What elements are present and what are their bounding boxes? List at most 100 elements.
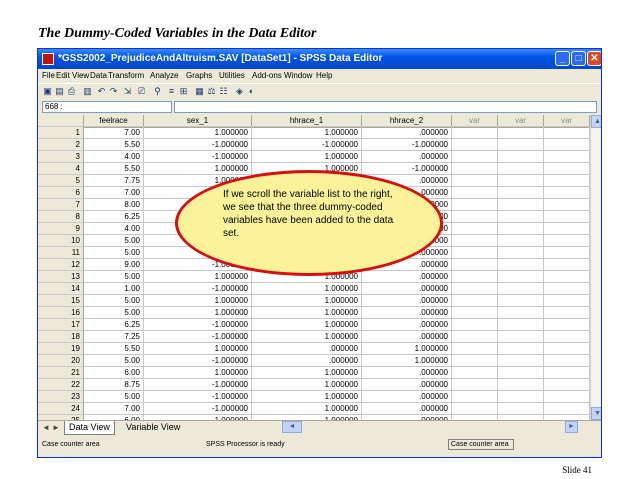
row-number[interactable]: 3: [38, 151, 84, 163]
row-number[interactable]: 23: [38, 391, 84, 403]
cell-value-input[interactable]: [174, 101, 597, 113]
menu-utilities[interactable]: Utilities: [219, 69, 245, 83]
data-cell[interactable]: [452, 223, 498, 235]
row-number[interactable]: 4: [38, 163, 84, 175]
cell-reference-box[interactable]: 668 :: [42, 101, 172, 113]
data-cell[interactable]: 1.000000: [252, 319, 362, 331]
insert-case-icon[interactable]: ≡: [166, 86, 177, 97]
vertical-scrollbar[interactable]: ▲ ▼: [590, 115, 601, 420]
data-cell[interactable]: .000000: [252, 355, 362, 367]
data-cell[interactable]: -1.000000: [362, 139, 452, 151]
data-cell[interactable]: [544, 319, 590, 331]
data-cell[interactable]: [452, 271, 498, 283]
data-cell[interactable]: [544, 379, 590, 391]
data-cell[interactable]: -1.000000: [144, 151, 252, 163]
close-button[interactable]: ✕: [587, 51, 601, 66]
data-cell[interactable]: [544, 271, 590, 283]
data-cell[interactable]: [544, 223, 590, 235]
column-header-var-6[interactable]: var: [544, 115, 590, 127]
data-cell[interactable]: [498, 223, 544, 235]
data-cell[interactable]: [452, 331, 498, 343]
column-header-hhrace_1[interactable]: hhrace_1: [252, 115, 362, 127]
menu-analyze[interactable]: Analyze: [150, 69, 178, 83]
data-cell[interactable]: [498, 283, 544, 295]
data-cell[interactable]: [452, 367, 498, 379]
row-number[interactable]: 2: [38, 139, 84, 151]
data-cell[interactable]: [498, 127, 544, 139]
data-cell[interactable]: 1.000000: [252, 379, 362, 391]
data-cell[interactable]: [498, 235, 544, 247]
data-cell[interactable]: 1.000000: [252, 295, 362, 307]
data-cell[interactable]: [544, 367, 590, 379]
data-cell[interactable]: -1.000000: [144, 331, 252, 343]
data-cell[interactable]: .000000: [362, 379, 452, 391]
row-number[interactable]: 18: [38, 331, 84, 343]
data-cell[interactable]: 1.000000: [144, 343, 252, 355]
data-cell[interactable]: 7.00: [84, 403, 144, 415]
data-cell[interactable]: 5.00: [84, 235, 144, 247]
data-cell[interactable]: 1.000000: [252, 331, 362, 343]
data-cell[interactable]: 1.000000: [252, 151, 362, 163]
row-number[interactable]: 6: [38, 187, 84, 199]
tab-next-icon[interactable]: ►: [52, 423, 60, 432]
data-cell[interactable]: 6.25: [84, 211, 144, 223]
scroll-up-button[interactable]: ▲: [591, 115, 601, 128]
data-cell[interactable]: [544, 355, 590, 367]
data-cell[interactable]: [498, 307, 544, 319]
data-cell[interactable]: [498, 259, 544, 271]
data-cell[interactable]: [452, 391, 498, 403]
data-cell[interactable]: .000000: [362, 283, 452, 295]
data-cell[interactable]: [544, 199, 590, 211]
data-cell[interactable]: 5.00: [84, 307, 144, 319]
data-cell[interactable]: [498, 175, 544, 187]
data-cell[interactable]: 5.50: [84, 163, 144, 175]
data-cell[interactable]: .000000: [362, 151, 452, 163]
menu-help[interactable]: Help: [316, 69, 332, 83]
data-cell[interactable]: [498, 151, 544, 163]
data-cell[interactable]: [452, 307, 498, 319]
tab-prev-icon[interactable]: ◄: [42, 423, 50, 432]
data-cell[interactable]: 7.25: [84, 331, 144, 343]
data-cell[interactable]: 6.25: [84, 319, 144, 331]
data-cell[interactable]: [452, 139, 498, 151]
data-cell[interactable]: 8.00: [84, 199, 144, 211]
data-cell[interactable]: [544, 187, 590, 199]
data-cell[interactable]: 5.00: [84, 391, 144, 403]
row-number[interactable]: 15: [38, 295, 84, 307]
weight-cases-icon[interactable]: ⚖: [206, 86, 217, 97]
menu-data[interactable]: Data: [90, 69, 107, 83]
menu-transform[interactable]: Transform: [108, 69, 144, 83]
row-number[interactable]: 16: [38, 307, 84, 319]
data-cell[interactable]: -1.000000: [144, 355, 252, 367]
data-cell[interactable]: 8.75: [84, 379, 144, 391]
data-cell[interactable]: 7.00: [84, 127, 144, 139]
column-header-feelrace[interactable]: feelrace: [84, 115, 144, 127]
data-cell[interactable]: .000000: [362, 331, 452, 343]
row-number[interactable]: 11: [38, 247, 84, 259]
menu-view[interactable]: View: [72, 69, 89, 83]
data-cell[interactable]: 1.000000: [144, 163, 252, 175]
row-number[interactable]: 10: [38, 235, 84, 247]
data-cell[interactable]: [544, 331, 590, 343]
data-cell[interactable]: [544, 307, 590, 319]
data-cell[interactable]: [452, 247, 498, 259]
data-cell[interactable]: 1.000000: [252, 307, 362, 319]
data-cell[interactable]: 1.000000: [252, 403, 362, 415]
data-cell[interactable]: [452, 259, 498, 271]
data-cell[interactable]: 9.00: [84, 259, 144, 271]
data-cell[interactable]: [544, 343, 590, 355]
row-number[interactable]: 12: [38, 259, 84, 271]
data-cell[interactable]: [452, 127, 498, 139]
minimize-button[interactable]: _: [555, 51, 570, 66]
header-corner[interactable]: [38, 115, 84, 127]
data-cell[interactable]: [544, 235, 590, 247]
data-cell[interactable]: [544, 211, 590, 223]
data-cell[interactable]: [452, 379, 498, 391]
find-icon[interactable]: ⚲: [152, 86, 163, 97]
data-cell[interactable]: [452, 199, 498, 211]
data-cell[interactable]: 1.000000: [144, 295, 252, 307]
data-cell[interactable]: 1.000000: [144, 271, 252, 283]
data-cell[interactable]: -1.000000: [144, 403, 252, 415]
insert-variable-icon[interactable]: ⊞: [178, 86, 189, 97]
data-cell[interactable]: [544, 175, 590, 187]
